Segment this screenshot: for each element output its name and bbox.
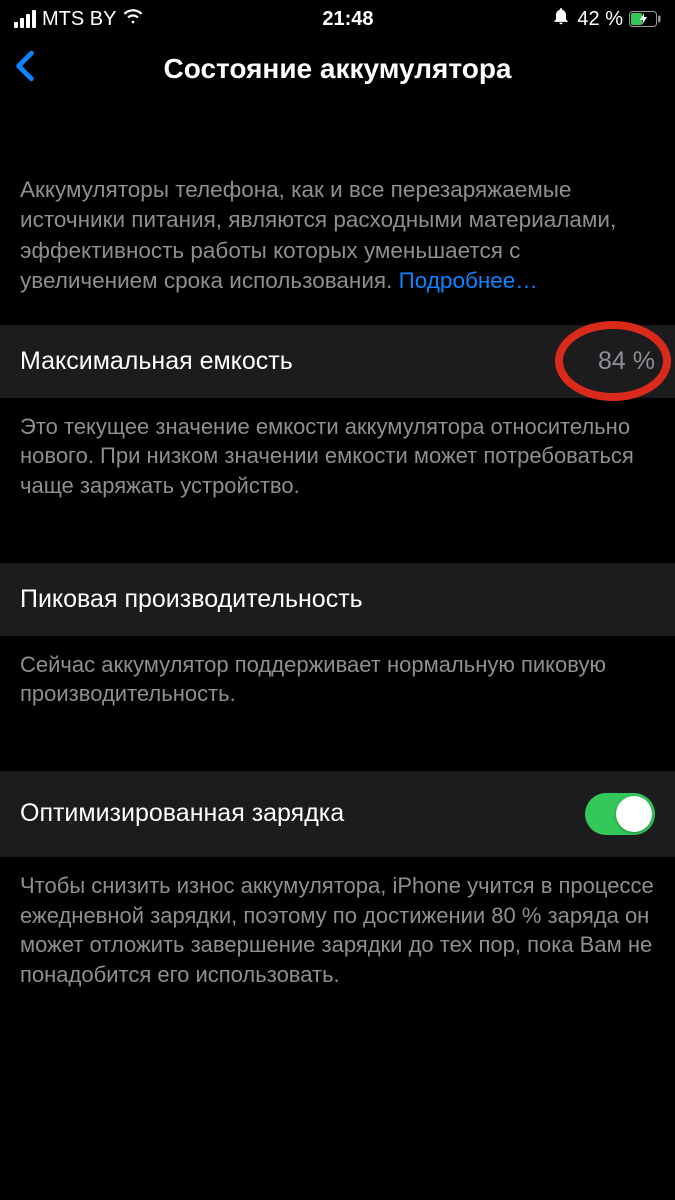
page-title: Состояние аккумулятора bbox=[0, 53, 675, 85]
clock: 21:48 bbox=[322, 8, 373, 31]
toggle-knob bbox=[616, 796, 652, 832]
optimized-charging-row: Оптимизированная зарядка bbox=[0, 771, 675, 857]
section-gap-2 bbox=[0, 735, 675, 771]
max-capacity-value: 84 % bbox=[598, 347, 655, 376]
max-capacity-footer: Это текущее значение емкости аккумулятор… bbox=[0, 398, 675, 527]
optimized-charging-footer: Чтобы снизить износ аккумулятора, iPhone… bbox=[0, 857, 675, 1016]
nav-bar: Состояние аккумулятора bbox=[0, 36, 675, 105]
status-right: 42 % bbox=[551, 6, 661, 32]
learn-more-link[interactable]: Подробнее… bbox=[399, 268, 538, 293]
intro-section: Аккумуляторы телефона, как и все перезар… bbox=[0, 175, 675, 325]
alarm-icon bbox=[551, 6, 571, 32]
status-left: MTS BY bbox=[14, 5, 144, 33]
peak-performance-label: Пиковая производительность bbox=[20, 585, 363, 614]
peak-performance-footer: Сейчас аккумулятор поддерживает нормальн… bbox=[0, 636, 675, 735]
section-gap bbox=[0, 527, 675, 563]
battery-charging-icon bbox=[629, 11, 661, 27]
max-capacity-row-wrap: Максимальная емкость 84 % bbox=[0, 325, 675, 398]
status-bar: MTS BY 21:48 42 % bbox=[0, 0, 675, 36]
carrier-label: MTS BY bbox=[42, 8, 116, 31]
max-capacity-row[interactable]: Максимальная емкость 84 % bbox=[0, 325, 675, 398]
peak-performance-row[interactable]: Пиковая производительность bbox=[0, 563, 675, 636]
cellular-signal-icon bbox=[14, 10, 36, 28]
battery-percent-label: 42 % bbox=[577, 8, 623, 31]
wifi-icon bbox=[122, 5, 144, 33]
optimized-charging-label: Оптимизированная зарядка bbox=[20, 799, 344, 828]
spacer bbox=[0, 105, 675, 175]
max-capacity-label: Максимальная емкость bbox=[20, 347, 293, 376]
optimized-charging-toggle[interactable] bbox=[585, 793, 655, 835]
back-button[interactable] bbox=[14, 50, 36, 87]
